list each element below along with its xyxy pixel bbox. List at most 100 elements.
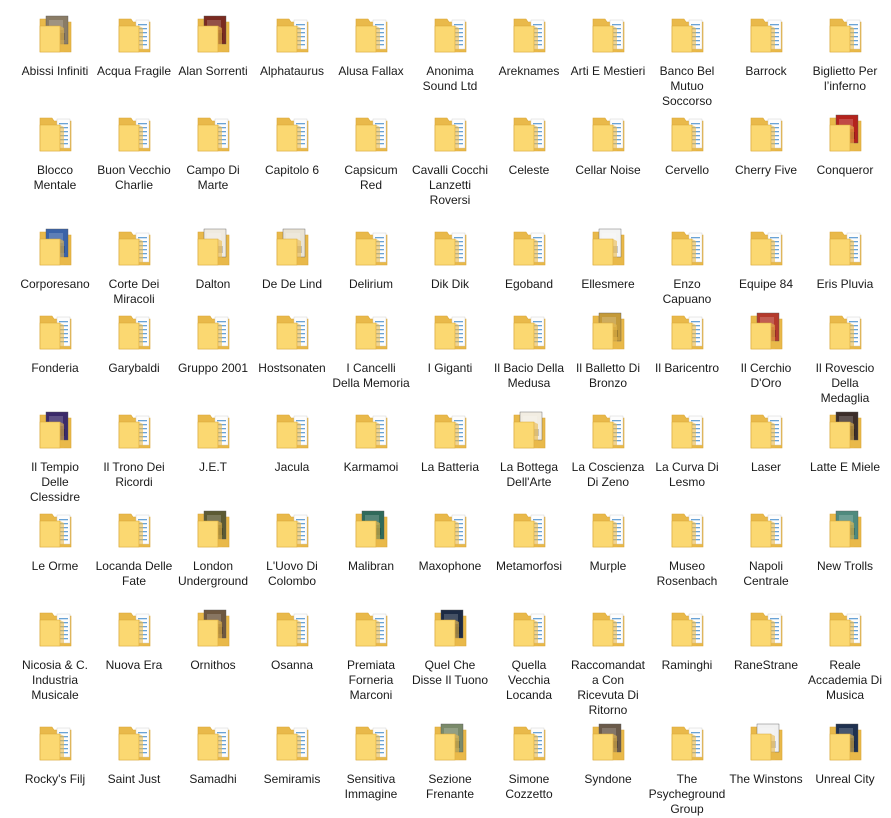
folder-icon — [275, 113, 311, 153]
folder-label: Metamorfosi — [495, 559, 563, 573]
folder-label: Il Tempio Delle Clessidre — [29, 460, 80, 504]
folder-with-cover-icon — [196, 227, 232, 267]
folder-icon — [591, 113, 627, 153]
folder-icon — [828, 608, 864, 648]
folder-with-cover-icon — [38, 410, 74, 450]
folder-label: Cellar Noise — [575, 163, 641, 177]
folder-label: Il Bacio Della Medusa — [493, 361, 565, 390]
folder-icon — [117, 722, 153, 762]
folder-icon — [38, 509, 74, 549]
folder-label: J.E.T — [198, 460, 227, 474]
folder-icon — [354, 311, 390, 351]
folder-icon — [354, 14, 390, 54]
folder-icon — [196, 410, 232, 450]
folder-icon — [670, 311, 706, 351]
folder-icon — [591, 410, 627, 450]
folder-label: Premiata Forneria Marconi — [346, 658, 396, 702]
folder-label: Abissi Infiniti — [21, 64, 89, 78]
folder-label: Maxophone — [418, 559, 482, 573]
folder-icon — [354, 722, 390, 762]
folder-icon — [512, 509, 548, 549]
folder-label: Osanna — [270, 658, 314, 672]
folder-icon — [433, 410, 469, 450]
folder-label: Il Cerchio D'Oro — [740, 361, 792, 390]
folder-label: Il Rovescio Della Medaglia — [815, 361, 875, 405]
folder-icon — [749, 113, 785, 153]
folder-label: Samadhi — [189, 772, 237, 786]
folder-icon — [749, 410, 785, 450]
folder-with-cover-icon — [275, 227, 311, 267]
folder-label: Raminghi — [661, 658, 713, 672]
folder-label: I Cancelli Della Memoria — [332, 361, 410, 390]
folder-label: Gruppo 2001 — [177, 361, 249, 375]
folder-label: Corte Dei Miracoli — [108, 277, 160, 306]
folder-label: Museo Rosenbach — [656, 559, 718, 588]
folder-label: Syndone — [584, 772, 632, 786]
folder-icon — [433, 311, 469, 351]
folder-label: Banco Bel Mutuo Soccorso — [659, 64, 715, 108]
folder-icon — [433, 227, 469, 267]
folder-label: Semiramis — [263, 772, 321, 786]
folder-label: Il Balletto Di Bronzo — [575, 361, 641, 390]
folder-icon — [670, 113, 706, 153]
folder-label: Biglietto Per l’inferno — [812, 64, 878, 93]
folder-label: Barrock — [745, 64, 787, 78]
folder-icon — [275, 722, 311, 762]
folder-icon — [433, 509, 469, 549]
folder-icon — [38, 722, 74, 762]
folder-label: Delirium — [348, 277, 393, 291]
folder-icon — [749, 608, 785, 648]
folder-label: The Psycheground Group — [648, 772, 726, 816]
folder-icon — [354, 608, 390, 648]
folder-label: Buon Vecchio Charlie — [97, 163, 171, 192]
folder-label: Murple — [589, 559, 627, 573]
folder-with-cover-icon — [828, 113, 864, 153]
folder-label: Quella Vecchia Locanda — [505, 658, 553, 702]
folder-label: Latte E Miele — [809, 460, 881, 474]
folder-label: The Winstons — [729, 772, 803, 786]
folder-label: De De Lind — [261, 277, 323, 291]
folder-icon — [38, 608, 74, 648]
folder-icon — [512, 722, 548, 762]
folder-label: Cavalli Cocchi Lanzetti Roversi — [411, 163, 489, 207]
folder-icon — [749, 227, 785, 267]
folder-label: Egoband — [504, 277, 554, 291]
folder-icon — [275, 608, 311, 648]
folder-label: Alusa Fallax — [338, 64, 404, 78]
folder-icon — [433, 113, 469, 153]
folder-icon — [670, 722, 706, 762]
folder-label: Eris Pluvia — [816, 277, 874, 291]
folder-icon — [117, 311, 153, 351]
folder-label: Nuova Era — [105, 658, 163, 672]
folder-icon — [38, 311, 74, 351]
folder-label: Reale Accademia Di Musica — [807, 658, 883, 702]
folder-label: Celeste — [508, 163, 550, 177]
folder-label: Alphataurus — [259, 64, 325, 78]
folder-with-cover-icon — [591, 311, 627, 351]
folder-icon — [354, 113, 390, 153]
folder-icon — [591, 509, 627, 549]
folder-icon — [591, 14, 627, 54]
folder-label: Simone Cozzetto — [505, 772, 553, 801]
folder-label: Sensitiva Immagine — [344, 772, 398, 801]
folder-label: Acqua Fragile — [96, 64, 172, 78]
folder-icon — [749, 509, 785, 549]
folder-with-cover-icon — [591, 227, 627, 267]
folder-label: Hostsonaten — [258, 361, 326, 375]
folder-label: Saint Just — [107, 772, 161, 786]
folder-icon — [512, 14, 548, 54]
folder-icon — [275, 410, 311, 450]
folder-grid: Abissi Infiniti Acqua Fragile Alan Sorrent… — [0, 0, 891, 818]
folder-label: Alan Sorrenti — [178, 64, 248, 78]
folder-label: Rocky's Filj — [24, 772, 86, 786]
folder-icon — [670, 509, 706, 549]
folder-label: Fonderia — [31, 361, 79, 375]
folder-with-cover-icon — [512, 410, 548, 450]
folder-icon — [117, 410, 153, 450]
folder-icon — [354, 410, 390, 450]
folder-label: La Coscienza Di Zeno — [571, 460, 645, 489]
folder-icon — [512, 113, 548, 153]
folder-label: Blocco Mentale — [33, 163, 77, 192]
folder-label: I Giganti — [427, 361, 473, 375]
folder-label: Jacula — [274, 460, 310, 474]
